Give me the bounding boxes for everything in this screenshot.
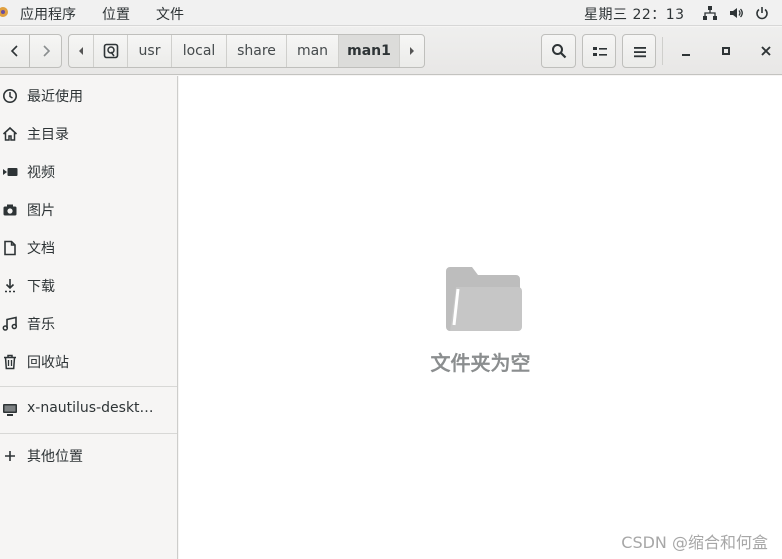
sidebar-item-trash[interactable]: 回收站: [0, 346, 177, 378]
top-panel: 应用程序 位置 文件 星期三 22：13: [0, 0, 782, 26]
sidebar-separator: [0, 433, 177, 434]
path-scroll-right-button[interactable]: [400, 35, 424, 67]
sidebar-item-videos[interactable]: 视频: [0, 156, 177, 188]
sidebar-item-label: 图片: [27, 203, 55, 219]
sidebar-item-music[interactable]: 音乐: [0, 308, 177, 340]
download-icon: [5, 279, 15, 293]
sidebar-item-downloads[interactable]: 下载: [0, 270, 177, 302]
path-crumb-man1[interactable]: man1: [339, 35, 400, 67]
sidebar-separator: [0, 386, 177, 387]
sidebar-item-label: 音乐: [27, 317, 55, 333]
triangle-right-icon: [410, 47, 414, 55]
menu-applications[interactable]: 应用程序: [20, 4, 76, 24]
folder-icon: [446, 267, 522, 331]
list-view-icon: [593, 47, 607, 56]
path-crumb-local[interactable]: local: [172, 35, 227, 67]
volume-icon[interactable]: [728, 5, 744, 21]
music-icon: [2, 316, 18, 331]
camera-icon: [3, 204, 17, 216]
watermark: CSDN @缩合和何盒: [621, 533, 768, 552]
file-view[interactable]: 文件夹为空 CSDN @缩合和何盒: [179, 76, 782, 559]
sidebar-item-documents[interactable]: 文档: [0, 232, 177, 264]
empty-folder-message: 文件夹为空: [430, 351, 531, 375]
home-icon: [2, 126, 18, 141]
path-bar: usr local share man man1: [68, 34, 425, 68]
path-crumb-usr[interactable]: usr: [128, 35, 172, 67]
hamburger-icon: [634, 47, 646, 58]
chevron-left-icon: [10, 45, 18, 57]
plus-icon: [5, 451, 15, 461]
sidebar-item-label: 主目录: [27, 127, 69, 143]
network-icon[interactable]: [702, 5, 718, 21]
menu-places[interactable]: 位置: [102, 4, 130, 24]
document-icon: [4, 240, 16, 256]
back-button[interactable]: [0, 34, 30, 68]
sidebar-item-label: 下载: [27, 279, 55, 295]
path-root-button[interactable]: [94, 35, 128, 67]
menu-button[interactable]: [622, 34, 656, 68]
path-crumb-share[interactable]: share: [227, 35, 287, 67]
sidebar-item-home[interactable]: 主目录: [0, 118, 177, 150]
forward-button[interactable]: [29, 34, 62, 68]
sidebar-item-label: 回收站: [27, 355, 69, 371]
sidebar-item-pictures[interactable]: 图片: [0, 194, 177, 226]
trash-icon: [4, 354, 16, 370]
sidebar-item-label: 其他位置: [27, 449, 83, 465]
sidebar-item-label: x-nautilus-deskt…: [27, 400, 154, 416]
triangle-left-icon: [79, 47, 83, 55]
sidebar-item-label: 最近使用: [27, 89, 83, 105]
search-icon: [552, 44, 567, 59]
clock[interactable]: 星期三 22：13: [584, 4, 685, 24]
header-separator: [662, 37, 663, 65]
view-mode-button[interactable]: [582, 34, 616, 68]
header-bar: usr local share man man1: [0, 27, 782, 75]
sidebar-item-label: 文档: [27, 241, 55, 257]
sidebar-item-label: 视频: [27, 165, 55, 181]
path-crumb-man[interactable]: man: [287, 35, 339, 67]
applications-icon[interactable]: [0, 5, 10, 19]
chevron-right-icon: [43, 45, 51, 57]
minimize-icon[interactable]: [679, 45, 693, 59]
sidebar: 最近使用 主目录 视频 图片 文档 下载 音乐 回收站 x-nautilus-d…: [0, 76, 178, 559]
sidebar-item-recent[interactable]: 最近使用: [0, 80, 177, 112]
maximize-icon[interactable]: [719, 45, 733, 59]
close-icon[interactable]: [759, 44, 773, 58]
video-icon: [3, 168, 18, 176]
drive-icon: [103, 43, 118, 59]
menu-file[interactable]: 文件: [156, 4, 184, 24]
sidebar-item-desktop-device[interactable]: x-nautilus-deskt…: [0, 394, 177, 426]
sidebar-item-other-locations[interactable]: 其他位置: [0, 440, 177, 472]
search-button[interactable]: [541, 34, 576, 68]
desktop-icon: [3, 404, 17, 416]
power-icon[interactable]: [754, 5, 770, 21]
path-scroll-left-button[interactable]: [69, 35, 94, 67]
clock-icon: [3, 89, 17, 103]
